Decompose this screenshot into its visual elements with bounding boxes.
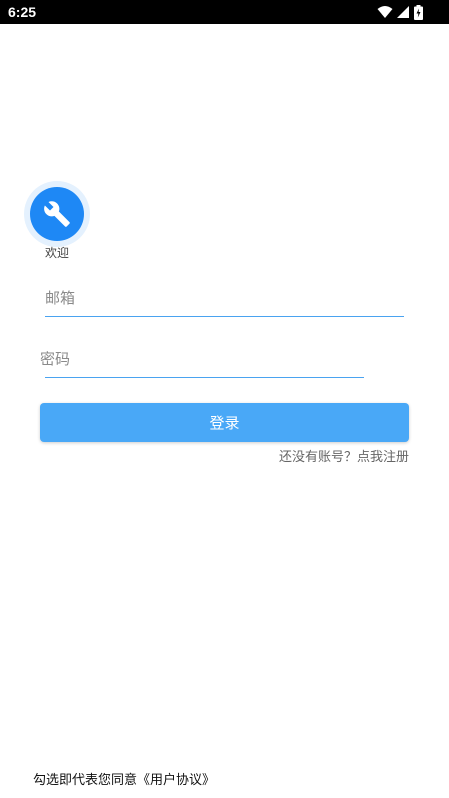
user-agreement-text[interactable]: 勾选即代表您同意《用户协议》: [33, 772, 215, 790]
password-field[interactable]: [40, 341, 359, 377]
login-button[interactable]: 登录: [40, 403, 409, 442]
battery-charging-icon: [414, 4, 423, 20]
status-time: 6:25: [8, 4, 37, 20]
password-field-container: [40, 341, 364, 378]
logo-circle: [30, 187, 84, 241]
status-icons: [377, 4, 423, 20]
login-screen: 6:25 欢迎 邮箱 登录 还没有账号？点我注册 勾选即代表您同意《用户协议》: [0, 0, 449, 798]
email-field-container: [45, 280, 404, 317]
welcome-text: 欢迎: [45, 246, 70, 260]
app-logo: [24, 181, 90, 247]
wifi-icon: [377, 5, 393, 19]
register-link[interactable]: 还没有账号？点我注册: [279, 449, 409, 467]
email-field[interactable]: [45, 280, 404, 316]
status-bar: 6:25: [0, 0, 449, 24]
cellular-signal-icon: [397, 5, 410, 19]
